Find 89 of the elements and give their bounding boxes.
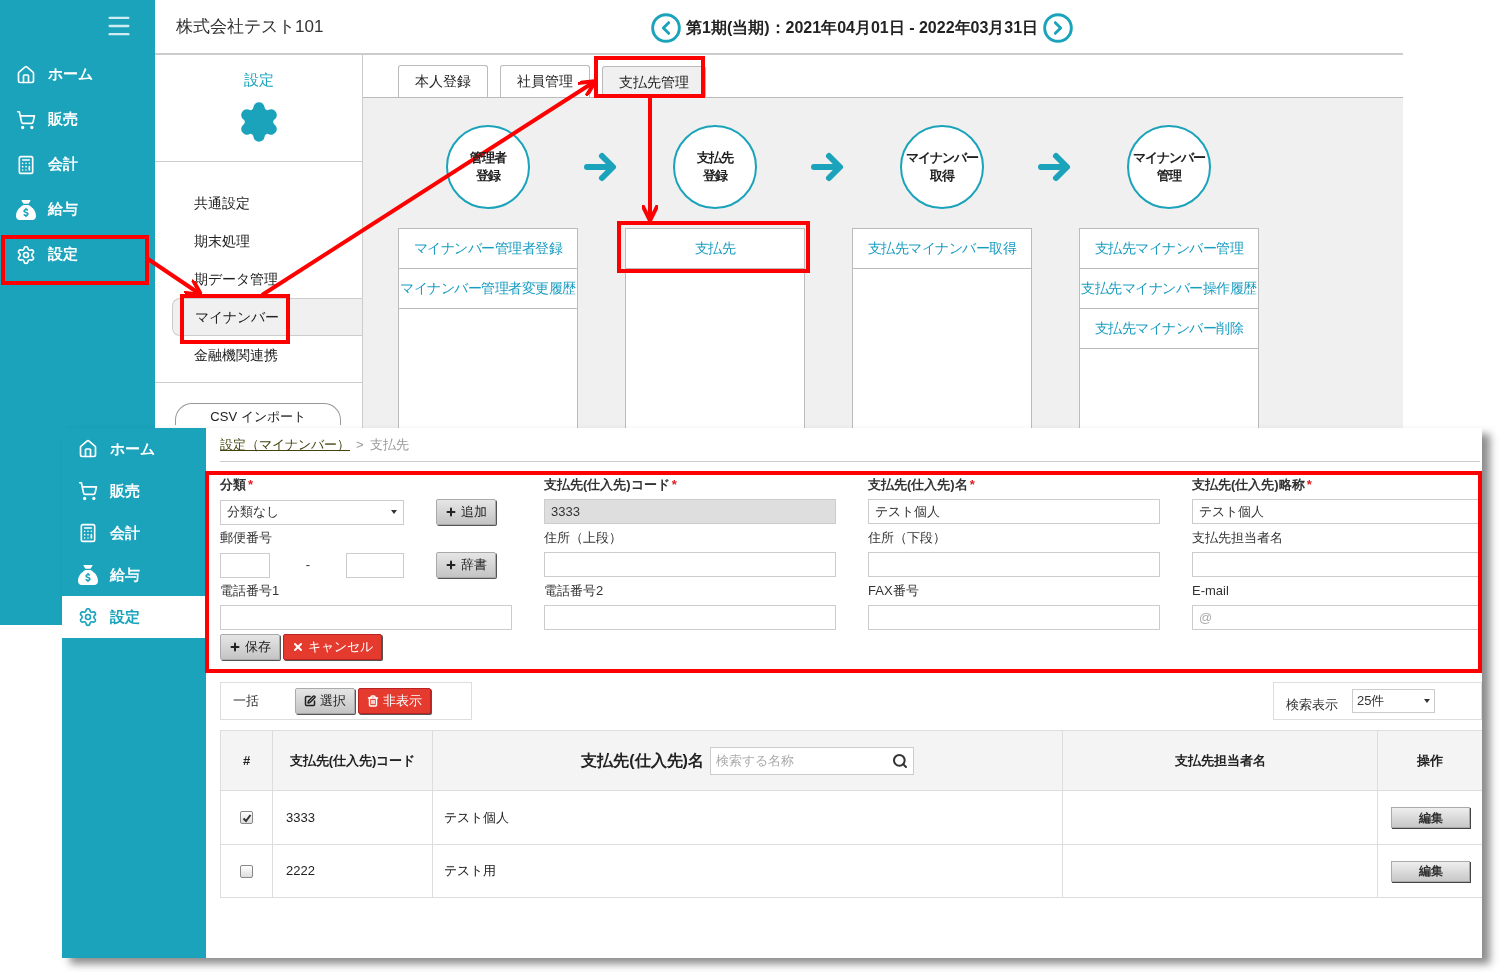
field-label: 支払先担当者名 xyxy=(1192,529,1283,548)
step-label: マイナンバー xyxy=(1133,149,1205,167)
step-label: 登録 xyxy=(703,167,727,185)
input-field[interactable] xyxy=(544,552,836,577)
cart-icon xyxy=(78,481,98,501)
column-header: 支払先(仕入先)名 xyxy=(581,750,704,771)
search-icon[interactable] xyxy=(891,752,908,769)
name-search-field[interactable]: 検索する名称 xyxy=(709,746,914,775)
page-size-label: 検索表示 xyxy=(1286,696,1338,715)
field-label: 支払先(仕入先)略称 xyxy=(1192,476,1305,495)
field-label: FAX番号 xyxy=(868,582,919,601)
dictionary-button[interactable]: 辞書 xyxy=(436,552,496,578)
caret-icon xyxy=(1424,699,1430,703)
close-icon xyxy=(292,641,304,653)
save-button[interactable]: 保存 xyxy=(220,634,280,660)
settings-menu-item[interactable]: 期末処理 xyxy=(155,222,362,260)
table-cell-text: テスト用 xyxy=(444,862,496,881)
table-cell-text: 3333 xyxy=(286,808,315,827)
field-label: 郵便番号 xyxy=(220,529,272,548)
table-cell-text: 2222 xyxy=(286,862,315,881)
postal-code-field[interactable] xyxy=(220,552,270,578)
company-name: 株式会社テスト101 xyxy=(176,15,324,38)
column-header: 支払先(仕入先)コード xyxy=(273,731,433,790)
breadcrumb-link[interactable]: 設定（マイナンバー） xyxy=(220,434,350,455)
field-label: 支払先(仕入先)名 xyxy=(868,476,968,495)
plus-icon xyxy=(445,506,457,518)
step-label: マイナンバー xyxy=(906,149,978,167)
field-label: 分類 xyxy=(220,476,246,495)
row-checkbox[interactable] xyxy=(240,864,253,878)
field-label: E-mail xyxy=(1192,582,1229,601)
calculator-icon xyxy=(16,154,36,175)
money-bag-icon xyxy=(78,565,98,585)
required-mark: * xyxy=(969,476,975,495)
field-label: 電話番号2 xyxy=(544,582,604,601)
field-label: 住所（上段） xyxy=(544,529,622,548)
table-cell-text: テスト個人 xyxy=(444,808,509,827)
step-label: 登録 xyxy=(476,167,500,185)
select-button[interactable]: 選択 xyxy=(295,688,355,714)
settings-menu-item[interactable]: マイナンバー xyxy=(172,298,362,336)
field-label: 電話番号1 xyxy=(220,582,280,601)
row-checkbox[interactable] xyxy=(240,811,253,824)
required-mark: * xyxy=(1306,476,1312,495)
trash-icon xyxy=(367,695,379,707)
cart-icon xyxy=(16,109,36,130)
tab[interactable]: 本人登録 xyxy=(398,65,488,97)
money-bag-icon xyxy=(16,199,36,220)
input-field[interactable] xyxy=(544,605,836,630)
step-label: 支払先 xyxy=(697,149,733,167)
calculator-icon xyxy=(78,523,98,543)
breadcrumb-separator: > xyxy=(356,435,364,454)
step-label: 取得 xyxy=(930,167,954,185)
edit-button[interactable]: 編集 xyxy=(1391,860,1470,882)
edit-button[interactable]: 編集 xyxy=(1391,807,1470,828)
postal-separator: - xyxy=(304,556,312,575)
panel-title: 設定 xyxy=(243,70,274,90)
postal-code-field[interactable] xyxy=(346,552,404,578)
bulk-label: 一括 xyxy=(233,692,260,711)
input-field[interactable] xyxy=(220,605,512,630)
column-header: # xyxy=(221,731,273,790)
plus-icon xyxy=(445,559,457,571)
tab[interactable]: 社員管理 xyxy=(500,65,590,97)
hide-button[interactable]: 非表示 xyxy=(358,688,431,714)
caret-icon xyxy=(391,510,397,514)
required-mark: * xyxy=(671,476,677,495)
cancel-button[interactable]: キャンセル xyxy=(283,634,382,660)
input-field[interactable]: テスト個人 xyxy=(868,499,1160,524)
csv-import-button[interactable]: CSV インポート xyxy=(175,403,341,425)
plus-icon xyxy=(229,641,241,653)
column-header: 支払先担当者名 xyxy=(1063,731,1378,790)
home-icon xyxy=(78,439,98,459)
next-period-button[interactable] xyxy=(1042,12,1075,44)
field-label: 支払先(仕入先)コード xyxy=(544,476,670,495)
input-field[interactable] xyxy=(868,552,1160,577)
settings-menu-item[interactable]: 金融機関連携 xyxy=(155,336,362,374)
category-select[interactable]: 分類なし xyxy=(220,499,404,525)
breadcrumb-current: 支払先 xyxy=(369,435,409,454)
add-button[interactable]: 追加 xyxy=(436,499,496,525)
settings-menu-item[interactable]: 共通設定 xyxy=(155,184,362,222)
previous-period-button[interactable] xyxy=(650,12,682,44)
period-label: 第1期(当期)：2021年04月01日 - 2022年03月31日 xyxy=(686,18,1039,38)
home-icon xyxy=(16,64,36,85)
field-label: 住所（下段） xyxy=(868,529,946,548)
settings-menu-item[interactable]: 期データ管理 xyxy=(155,260,362,298)
edit-icon xyxy=(304,695,316,707)
input-field[interactable] xyxy=(868,605,1160,630)
step-label: 管理 xyxy=(1157,167,1181,185)
page-size-select[interactable]: 25件 xyxy=(1352,689,1435,713)
required-mark: * xyxy=(248,476,254,495)
column-header: 操作 xyxy=(1416,751,1444,770)
